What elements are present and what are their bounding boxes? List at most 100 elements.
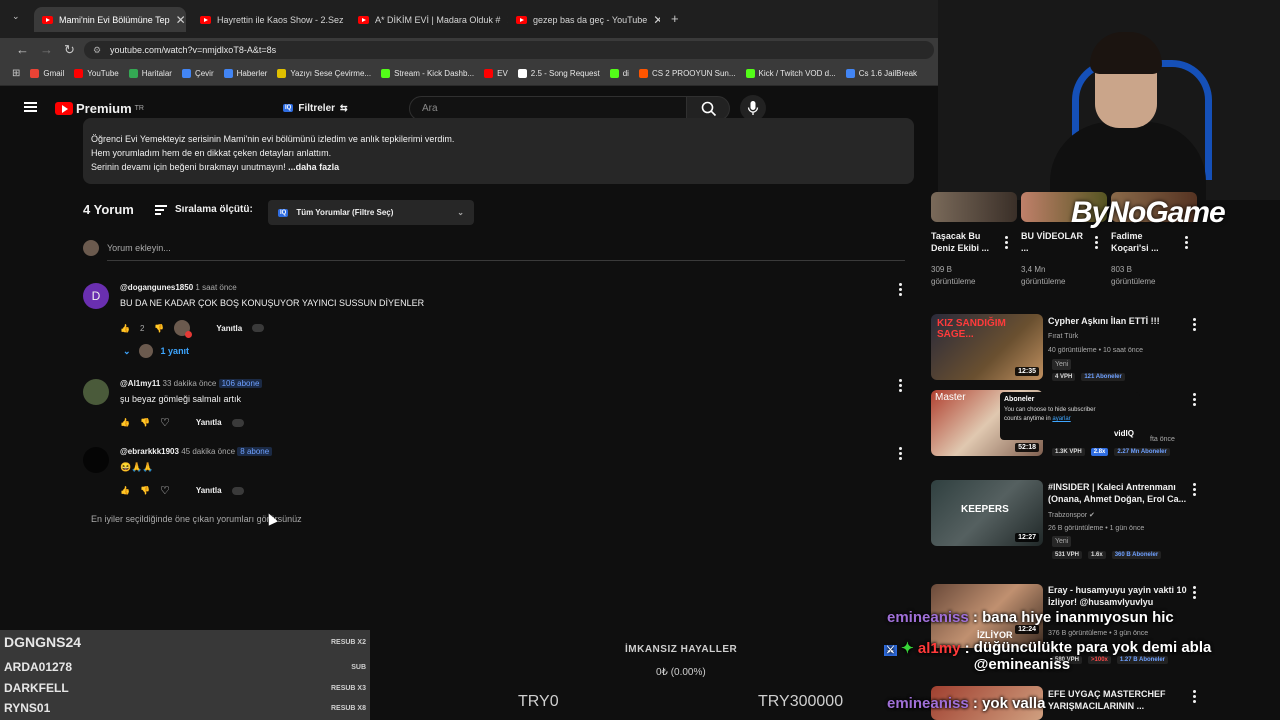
heart-icon[interactable]: ♡ bbox=[160, 484, 170, 497]
thumbs-down-icon[interactable]: 👎 bbox=[140, 486, 150, 495]
video-menu-button[interactable] bbox=[1095, 236, 1098, 249]
video-title[interactable]: Eray - husamyuyu yayin vakti 10 İzliyor!… bbox=[1048, 584, 1188, 608]
thumbs-up-icon[interactable]: 👍 bbox=[120, 324, 130, 333]
comment-author[interactable]: @Al1my11 bbox=[120, 379, 160, 388]
bookmark-item[interactable]: Haberler bbox=[223, 69, 267, 78]
bookmark-item[interactable]: EV bbox=[484, 69, 508, 78]
comment-menu-button[interactable] bbox=[899, 447, 903, 460]
bookmark-item[interactable]: di bbox=[609, 69, 629, 78]
bookmark-item[interactable]: 2.5 - Song Request bbox=[517, 69, 600, 78]
video-title[interactable]: Cypher Aşkını İlan ETTİ !!! bbox=[1048, 315, 1188, 327]
video-menu-button[interactable] bbox=[1193, 318, 1196, 331]
view-replies-button[interactable]: ⌄ 1 yanıt bbox=[123, 344, 189, 358]
reload-icon[interactable]: ↻ bbox=[64, 42, 75, 58]
video-thumbnail[interactable]: KEEPERS 12:27 bbox=[931, 480, 1043, 546]
heart-icon[interactable]: ♡ bbox=[160, 416, 170, 429]
sub-name: RYNS01 bbox=[4, 701, 51, 715]
comment-header: @ebrarkkk1903 45 dakika önce 8 abone bbox=[120, 447, 273, 456]
thumbs-down-icon[interactable]: 👎 bbox=[140, 418, 150, 427]
video-menu-button[interactable] bbox=[1005, 236, 1008, 249]
video-menu-button[interactable] bbox=[1193, 690, 1196, 703]
site-info-icon[interactable]: ⚙ bbox=[93, 41, 101, 59]
chat-message: emineaniss : yok valla bbox=[887, 695, 1045, 712]
bookmark-item[interactable]: CS 2 PROOYUN Sun... bbox=[638, 69, 736, 78]
close-icon[interactable]: ✕ bbox=[653, 13, 660, 27]
comment-menu-button[interactable] bbox=[899, 283, 903, 296]
comment-time[interactable]: 33 dakika önce bbox=[163, 379, 217, 388]
popup-settings-link[interactable]: ayarlar bbox=[1052, 416, 1070, 422]
filters-button[interactable]: IQ Filtreler ⇆ bbox=[283, 97, 359, 119]
bookmark-favicon-icon bbox=[745, 69, 755, 78]
video-title[interactable]: Fadime Koçari'si ... bbox=[1111, 230, 1171, 254]
subscriber-badge: 106 abone bbox=[218, 379, 263, 388]
bookmark-item[interactable]: YouTube bbox=[74, 69, 119, 78]
video-menu-button[interactable] bbox=[1193, 586, 1196, 599]
url-field[interactable]: ⚙ youtube.com/watch?v=nmjdlxoT8-A&t=8s bbox=[84, 41, 934, 59]
tab-3[interactable]: A* DİKİM EVİ | Madara Olduk # ✕ bbox=[350, 7, 508, 32]
tab-2[interactable]: Hayrettin ile Kaos Show - 2.Sez ✕ bbox=[192, 7, 344, 32]
comment-filter-select[interactable]: IQ Tüm Yorumlar (Filtre Seç) ⌄ bbox=[268, 200, 474, 225]
youtube-premium-logo[interactable]: Premium TR bbox=[55, 101, 144, 116]
more-vertical-icon bbox=[899, 447, 903, 460]
bookmark-label: Kick / Twitch VOD d... bbox=[758, 69, 836, 78]
video-title[interactable]: EFE UYGAÇ MASTERCHEF YARIŞMACILARININ ..… bbox=[1048, 688, 1188, 712]
reply-button[interactable]: Yanıtla bbox=[216, 324, 242, 333]
logo-country: TR bbox=[134, 105, 144, 112]
add-comment-input[interactable]: Yorum ekleyin... bbox=[107, 243, 171, 253]
multiplier-stat: 1.6x bbox=[1088, 551, 1106, 559]
tab-search-icon[interactable]: ⌄ bbox=[12, 11, 20, 22]
bookmark-item[interactable]: Yazıyı Sese Çevirme... bbox=[277, 69, 371, 78]
like-count: 2 bbox=[139, 323, 145, 333]
avatar[interactable] bbox=[83, 379, 109, 405]
thumbs-up-icon[interactable]: 👍 bbox=[120, 418, 130, 427]
apps-grid-icon[interactable]: ⊞ bbox=[12, 68, 20, 79]
reply-button[interactable]: Yanıtla bbox=[196, 418, 222, 427]
comment-item: @ebrarkkk1903 45 dakika önce 8 abone 😆🙏🙏… bbox=[83, 447, 913, 499]
menu-icon[interactable] bbox=[24, 102, 37, 112]
comment-time[interactable]: 1 saat önce bbox=[195, 283, 236, 292]
bookmark-item[interactable]: Cs 1.6 JailBreak bbox=[845, 69, 917, 78]
reply-button[interactable]: Yanıtla bbox=[196, 486, 222, 495]
bookmark-item[interactable]: Gmail bbox=[30, 69, 64, 78]
video-menu-button[interactable] bbox=[1193, 483, 1196, 496]
tab-1[interactable]: Mami'nin Evi Bölümüne Tep ✕ bbox=[34, 7, 186, 32]
sort-button[interactable]: Sıralama ölçütü: bbox=[155, 204, 253, 215]
comment-menu-button[interactable] bbox=[899, 379, 903, 392]
video-channel[interactable]: Trabzonspor ✔ bbox=[1048, 510, 1095, 521]
video-title[interactable]: #INSIDER | Kaleci Antrenmanı (Onana, Ahm… bbox=[1048, 481, 1188, 505]
video-channel[interactable]: Fırat Türk bbox=[1048, 331, 1078, 342]
video-description[interactable]: Öğrenci Evi Yemekteyiz serisinin Mami'ni… bbox=[83, 118, 914, 184]
video-title[interactable]: BU VİDEOLAR ... bbox=[1021, 230, 1087, 254]
comment-time[interactable]: 45 dakika önce bbox=[181, 447, 235, 456]
show-more-link[interactable]: ...daha fazla bbox=[288, 162, 339, 172]
vidiq-reply-icon[interactable] bbox=[231, 486, 244, 495]
avatar[interactable]: D bbox=[83, 283, 109, 309]
video-title[interactable]: Taşacak Bu Deniz Ekibi ... bbox=[931, 230, 991, 254]
close-icon[interactable]: ✕ bbox=[176, 13, 186, 27]
forward-arrow-icon[interactable]: → bbox=[40, 42, 53, 57]
bookmark-item[interactable]: Stream - Kick Dashb... bbox=[381, 69, 474, 78]
thumbnail-text: Master bbox=[935, 392, 966, 403]
vidiq-reply-icon[interactable] bbox=[252, 324, 265, 332]
comment-actions: 👍 👎 ♡ Yanıtla bbox=[120, 416, 244, 429]
sub-name: DARKFELL bbox=[4, 681, 69, 695]
thumbs-up-icon[interactable]: 👍 bbox=[120, 486, 130, 495]
bookmark-item[interactable]: Kick / Twitch VOD d... bbox=[745, 69, 836, 78]
video-thumbnail[interactable]: KIZ SANDIĞIM SAGE... 12:35 bbox=[931, 314, 1043, 380]
video-menu-button[interactable] bbox=[1185, 236, 1188, 249]
add-comment-row[interactable]: Yorum ekleyin... bbox=[83, 240, 171, 256]
video-menu-button[interactable] bbox=[1193, 393, 1196, 406]
creator-heart-icon bbox=[174, 320, 193, 338]
tab-4[interactable]: gezep bas da geç - YouTube ✕ bbox=[508, 7, 660, 32]
comment-author[interactable]: @ebrarkkk1903 bbox=[120, 447, 179, 456]
back-arrow-icon[interactable]: ← bbox=[16, 42, 29, 57]
video-thumbnail[interactable] bbox=[931, 192, 1017, 222]
bookmark-item[interactable]: Çevir bbox=[181, 69, 214, 78]
comment-author[interactable]: @dogangunes1850 bbox=[120, 283, 193, 292]
vidiq-reply-icon[interactable] bbox=[231, 418, 244, 427]
recent-subs-panel: DGNGNS24 RESUB X2 ARDA01278 SUB DARKFELL… bbox=[0, 630, 370, 720]
avatar[interactable] bbox=[83, 447, 109, 473]
thumbs-down-icon[interactable]: 👎 bbox=[154, 324, 164, 333]
bookmark-item[interactable]: Haritalar bbox=[128, 69, 172, 78]
new-tab-button[interactable]: + bbox=[671, 11, 679, 26]
